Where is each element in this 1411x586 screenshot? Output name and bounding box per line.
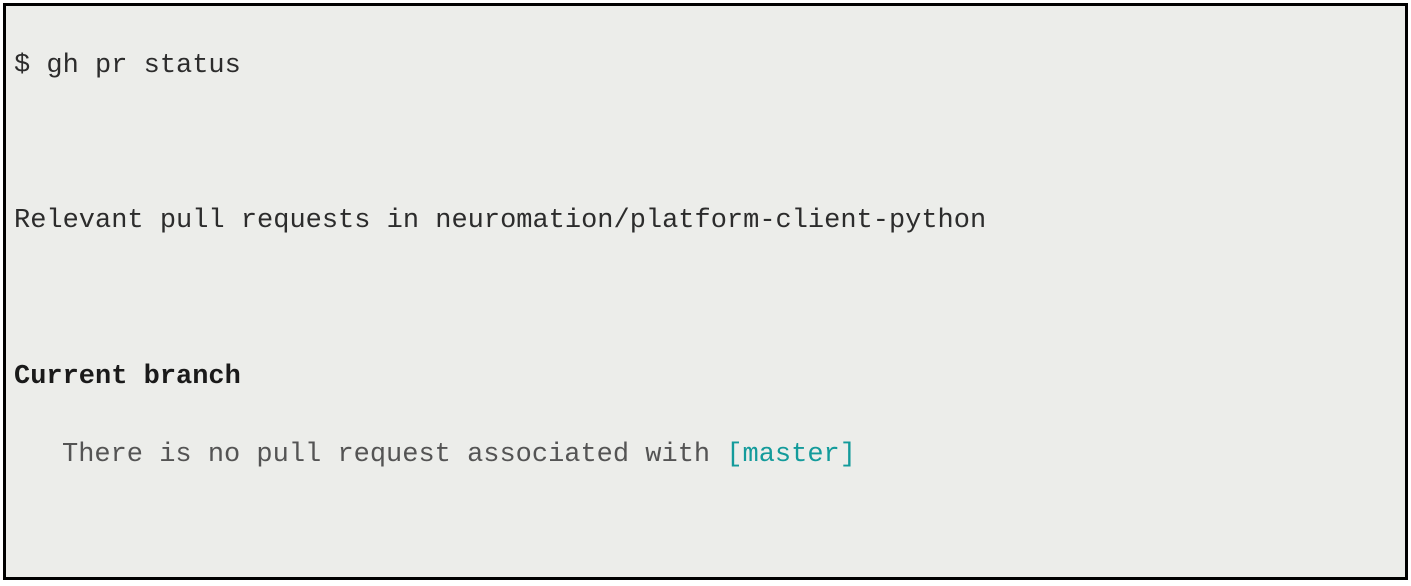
header-line: Relevant pull requests in neuromation/pl… — [14, 202, 1397, 241]
prompt-line: $ gh pr status — [14, 47, 1397, 86]
blank-line — [14, 125, 1397, 164]
blank-line — [14, 280, 1397, 319]
section-heading-current-branch: Current branch — [14, 358, 1397, 397]
current-branch-message: There is no pull request associated with… — [14, 436, 1397, 475]
blank-line — [14, 513, 1397, 552]
prompt-symbol: $ — [14, 51, 30, 81]
command-text: gh pr status — [46, 51, 240, 81]
branch-name: [master] — [726, 440, 856, 470]
terminal-output: $ gh pr status Relevant pull requests in… — [3, 3, 1408, 580]
current-branch-text: There is no pull request associated with — [62, 440, 726, 470]
